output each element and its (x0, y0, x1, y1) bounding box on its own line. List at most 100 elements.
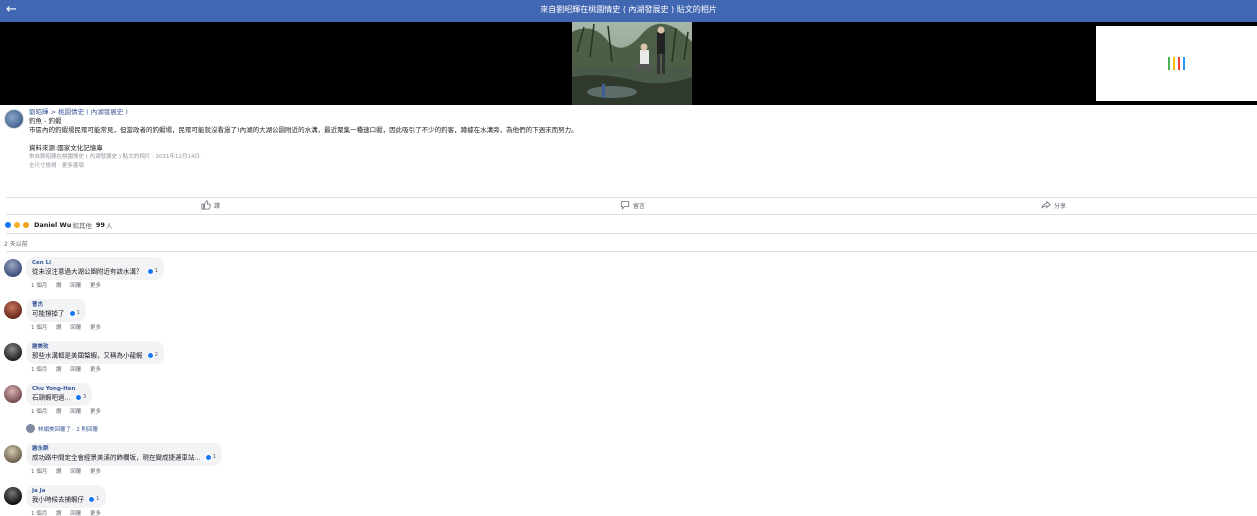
comment-like-link[interactable]: 讚 (56, 367, 62, 373)
photo-viewer-header: ← 來自劉昭輝在桃園情史 ( 內湖發展史 ) 貼文的相片 (0, 0, 1257, 22)
comment-more-link[interactable]: 更多 (90, 367, 101, 373)
comment-more-link[interactable]: 更多 (90, 469, 101, 475)
comment-like-link[interactable]: 讚 (56, 283, 62, 289)
comment-like-count: 2 (146, 351, 158, 360)
commenter-avatar[interactable] (4, 301, 22, 319)
comment-more-link[interactable]: 更多 (90, 325, 101, 331)
reaction-count: 99 (95, 221, 105, 229)
ad-panel (1096, 26, 1257, 101)
comment-time[interactable]: 1 個月 (31, 409, 47, 415)
comment-bubble: 曹杰 可能撐掉了 1 (26, 299, 86, 322)
comment-time[interactable]: 1 個月 (31, 469, 47, 475)
commenter-name[interactable]: 曹杰 (32, 301, 80, 309)
comment-time[interactable]: 1 個月 (31, 367, 47, 373)
reaction-summary[interactable]: Daniel Wu 和其他 99 人 (4, 220, 112, 230)
like-reaction-icon (146, 352, 154, 359)
comment-reply-link[interactable]: 回覆 (70, 283, 81, 289)
comment-icon (620, 201, 630, 210)
comment-time[interactable]: 1 個月 (31, 283, 47, 289)
comment-more-link[interactable]: 更多 (90, 283, 101, 289)
comment-reply-link[interactable]: 回覆 (70, 469, 81, 475)
comment-like-count: 3 (74, 393, 86, 402)
comment-item: 謝美玫 那些水溝都是美國螯蝦，又稱為小龍蝦 2 1 個月 讚 回覆 更多 (0, 341, 600, 377)
commenter-avatar[interactable] (4, 343, 22, 361)
comment-bubble: Chu Yong-Hen 石頭蝦吧過... 3 (26, 383, 93, 406)
post-action-bar: 讚 留言 分享 (0, 197, 1257, 214)
reactor-name[interactable]: Daniel Wu (34, 221, 71, 229)
like-reaction-icon (204, 454, 212, 461)
replies-text: 林娟美回覆了 · 2 則回覆 (38, 426, 98, 433)
photo-stage (0, 22, 1257, 105)
comment-actions: 1 個月 讚 回覆 更多 (31, 323, 108, 331)
comment-actions: 1 個月 讚 回覆 更多 (31, 509, 108, 516)
comment-bubble: Ja Ja 我小時候去捕蝦仔 1 (26, 485, 106, 508)
comment-bubble: Cen Li 從未沒注意過大湖公園附近有該水溝？ 1 (26, 257, 164, 280)
comment-item: Cen Li 從未沒注意過大湖公園附近有該水溝？ 1 1 個月 讚 回覆 更多 (0, 257, 600, 293)
post-text-line-1: 釣魚 - 釣蝦 (29, 117, 62, 125)
comment-reply-link[interactable]: 回覆 (70, 409, 81, 415)
commenter-name[interactable]: Chu Yong-Hen (32, 385, 86, 393)
wow-reaction-icon (13, 221, 21, 229)
post-source: 資料來源:國家文化記憶庫 (29, 144, 103, 152)
commenter-name[interactable]: Ja Ja (32, 487, 100, 495)
comment-text: 我小時候去捕蝦仔 (32, 495, 84, 504)
commenter-name[interactable]: Cen Li (32, 259, 158, 267)
comment-item: 謝永群 成功路中間定全會經景美溪的飾欄坂，現在變成捷運車站... 1 1 個月 讚… (0, 443, 600, 479)
post-photo[interactable] (572, 22, 692, 105)
like-button[interactable]: 讚 (201, 200, 220, 210)
loading-bars-icon (1168, 57, 1188, 70)
photo-image (572, 22, 692, 105)
commenter-avatar[interactable] (4, 259, 22, 277)
thumbs-up-icon (201, 200, 211, 210)
divider (6, 214, 1257, 215)
post-meta-line: 來自劉昭輝在桃園情史 ( 內湖發展史 ) 貼文的相片 · 2021年12月14日… (29, 154, 204, 160)
divider (6, 233, 1257, 234)
reaction-suffix: 和其他 (72, 222, 92, 230)
comment-reply-link[interactable]: 回覆 (70, 367, 81, 373)
author-avatar[interactable] (4, 109, 24, 129)
haha-reaction-icon (22, 221, 30, 229)
post-author-breadcrumb[interactable]: 劉昭輝 > 桃園情史 ( 內湖發展史 ) (29, 108, 578, 117)
comment-label: 留言 (633, 202, 646, 210)
comment-actions: 1 個月 讚 回覆 更多 (31, 467, 108, 475)
view-replies-link[interactable]: 林娟美回覆了 · 2 則回覆 (26, 424, 98, 433)
comment-like-count: 1 (146, 267, 158, 276)
share-button[interactable]: 分享 (1041, 200, 1066, 210)
comment-text: 成功路中間定全會經景美溪的飾欄坂，現在變成捷運車站... (32, 453, 201, 462)
commenter-name[interactable]: 謝永群 (32, 445, 216, 453)
comment-text: 從未沒注意過大湖公園附近有該水溝？ (32, 267, 143, 276)
comment-like-link[interactable]: 讚 (56, 409, 62, 415)
comment-time[interactable]: 1 個月 (31, 325, 47, 331)
comment-time[interactable]: 1 個月 (31, 511, 47, 516)
commenter-name[interactable]: 謝美玫 (32, 343, 158, 351)
comment-more-link[interactable]: 更多 (90, 511, 101, 516)
comment-reply-link[interactable]: 回覆 (70, 511, 81, 516)
like-label: 讚 (214, 202, 221, 210)
comment-text: 可能撐掉了 (32, 309, 65, 318)
like-reaction-icon (146, 268, 154, 275)
comment-bubble: 謝美玫 那些水溝都是美國螯蝦，又稱為小龍蝦 2 (26, 341, 164, 364)
comment-like-link[interactable]: 讚 (56, 469, 62, 475)
comment-like-link[interactable]: 讚 (56, 325, 62, 331)
like-reaction-icon (88, 496, 95, 503)
comment-like-link[interactable]: 讚 (56, 511, 62, 516)
reaction-unit: 人 (105, 222, 113, 230)
divider (6, 251, 1257, 252)
commenter-avatar[interactable] (4, 445, 22, 463)
comment-actions: 1 個月 讚 回覆 更多 (31, 365, 108, 373)
comment-like-count: 1 (204, 453, 216, 462)
comment-text: 石頭蝦吧過... (32, 393, 71, 402)
share-label: 分享 (1054, 202, 1067, 210)
commenter-avatar[interactable] (4, 487, 22, 505)
comment-bubble: 謝永群 成功路中間定全會經景美溪的飾欄坂，現在變成捷運車站... 1 (26, 443, 223, 466)
comment-reply-link[interactable]: 回覆 (70, 325, 81, 331)
comment-more-link[interactable]: 更多 (90, 409, 101, 415)
replier-avatar (26, 424, 35, 433)
comment-item: Chu Yong-Hen 石頭蝦吧過... 3 1 個月 讚 回覆 更多 (0, 383, 600, 419)
post-options[interactable]: 全尺寸檢視 · 更多選項 (29, 162, 578, 171)
like-reaction-icon (68, 310, 76, 317)
comment-button[interactable]: 留言 (620, 200, 645, 210)
comment-like-count: 1 (68, 309, 80, 318)
commenter-avatar[interactable] (4, 385, 22, 403)
post-time-ago: 2 天以前 (4, 241, 28, 248)
